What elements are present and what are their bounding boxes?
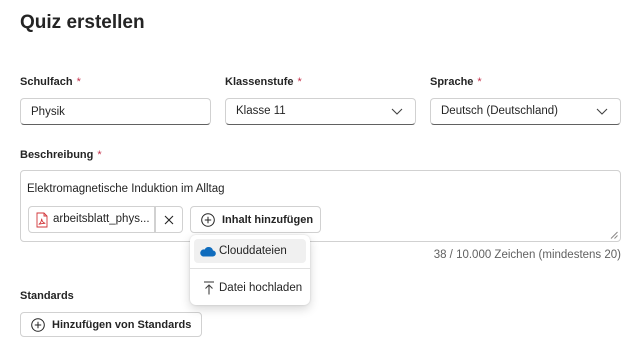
description-label: Beschreibung * [20, 147, 102, 163]
required-mark: * [297, 76, 302, 88]
pdf-file-icon [36, 212, 48, 228]
grade-label-text: Klassenstufe [225, 76, 294, 88]
chevron-down-icon [391, 108, 403, 115]
menu-item-upload-file[interactable]: Datei hochladen [194, 276, 306, 300]
description-label-text: Beschreibung [20, 149, 94, 161]
quiz-create-form: Quiz erstellen Schulfach* Klassenstufe* … [0, 0, 640, 355]
resize-handle-icon[interactable] [610, 231, 618, 239]
close-icon [164, 215, 174, 224]
upload-icon [204, 281, 214, 295]
required-mark: * [76, 76, 81, 88]
add-standards-button[interactable]: Hinzufügen von Standards [20, 312, 203, 337]
subject-label: Schulfach * [20, 74, 81, 90]
required-mark: * [97, 149, 102, 161]
add-content-button[interactable]: Inhalt hinzufügen [190, 206, 321, 233]
attachment-name: arbeitsblatt_phys... [53, 213, 150, 225]
required-mark: * [477, 76, 482, 88]
page-title: Quiz erstellen [20, 12, 145, 33]
menu-item-cloud-files[interactable]: Clouddateien [194, 239, 306, 263]
menu-item-label: Datei hochladen [219, 282, 303, 294]
attachment-chip[interactable]: arbeitsblatt_phys... [28, 206, 155, 233]
chevron-down-icon [596, 108, 608, 115]
menu-divider [190, 268, 310, 269]
subject-label-text: Schulfach [20, 76, 73, 88]
description-textarea[interactable]: Elektromagnetische Induktion im Alltag a… [20, 170, 621, 242]
add-content-label: Inhalt hinzufügen [222, 213, 314, 226]
description-text[interactable]: Elektromagnetische Induktion im Alltag [27, 181, 225, 197]
remove-attachment-button[interactable] [155, 206, 183, 233]
language-select[interactable]: Deutsch (Deutschland) [430, 98, 621, 125]
cloud-icon [200, 246, 216, 257]
grade-select-value: Klasse 11 [236, 105, 286, 117]
add-circle-icon [31, 317, 45, 332]
grade-label: Klassenstufe * [225, 74, 302, 90]
language-label: Sprache * [430, 74, 482, 90]
standards-label: Standards [20, 290, 74, 302]
add-circle-icon [201, 212, 215, 227]
char-counter: 38 / 10.000 Zeichen (mindestens 20) [433, 249, 621, 261]
language-label-text: Sprache [430, 76, 474, 88]
grade-select[interactable]: Klasse 11 [225, 98, 416, 125]
add-standards-label: Hinzufügen von Standards [52, 318, 192, 331]
language-select-value: Deutsch (Deutschland) [441, 105, 558, 117]
add-content-menu: Clouddateien Datei hochladen [190, 235, 310, 305]
menu-item-label: Clouddateien [219, 245, 287, 257]
subject-input[interactable] [20, 98, 211, 125]
